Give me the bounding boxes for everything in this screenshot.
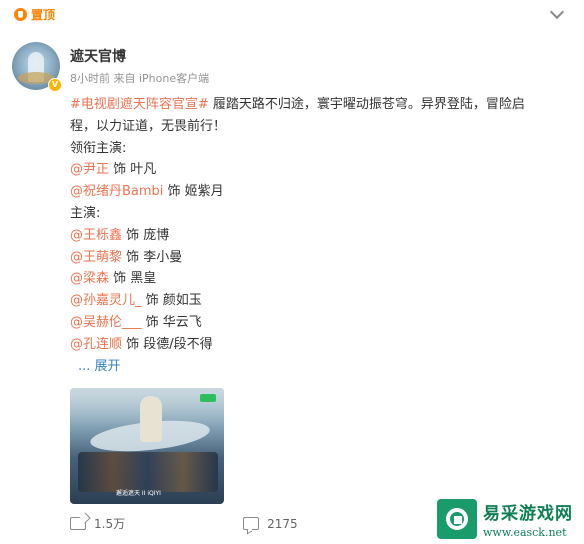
post-image[interactable]: 邂逅遮天 ⅠⅠ iQIYI — [70, 388, 224, 504]
image-figure — [140, 396, 162, 442]
cast-row: @梁森 饰 黑皇 — [70, 268, 550, 290]
verified-badge-icon: V — [48, 78, 62, 92]
mention-link[interactable]: @吴赫伦___ — [70, 315, 142, 330]
repost-count: 1.5万 — [94, 517, 126, 531]
mention-link[interactable]: @王栎鑫 — [70, 228, 122, 243]
mention-link[interactable]: @孙嘉灵儿_ — [70, 293, 142, 308]
mention-link[interactable]: @祝绪丹Bambi — [70, 184, 163, 199]
mention-link[interactable]: @孔连顺 — [70, 337, 122, 352]
comment-button[interactable]: 2175 — [243, 515, 298, 532]
expand-link[interactable]: ... 展开 — [78, 359, 121, 374]
comment-count: 2175 — [267, 516, 298, 531]
watermark-title: 易采游戏网 — [483, 504, 573, 524]
cast-row: @王萌黎 饰 李小曼 — [70, 247, 550, 269]
hashtag-link[interactable]: #电视剧遮天阵容官宣# — [70, 97, 209, 112]
cast-row: @尹正 饰 叶凡 — [70, 159, 550, 181]
mention-link[interactable]: @梁森 — [70, 271, 109, 286]
repost-button[interactable]: 1.5万 — [70, 515, 125, 532]
cast-row: @王栎鑫 饰 庞博 — [70, 225, 550, 247]
cast-row: @吴赫伦___ 饰 华云飞 — [70, 312, 550, 334]
intro-row: #电视剧遮天阵容官宣# 履踏天路不归途，寰宇曜动振苍穹。异界登陆，冒险启 — [70, 94, 550, 116]
role-text: 饰 庞博 — [122, 227, 170, 243]
action-bar: 1.5万 2175 — [70, 515, 416, 532]
mention-link[interactable]: @王萌黎 — [70, 250, 122, 265]
role-text: 饰 华云飞 — [141, 314, 202, 330]
site-watermark: 易采游戏网 www.easck.net — [431, 494, 584, 544]
pinned-label: 置顶 — [31, 8, 56, 22]
post-meta: 8小时前 来自 iPhone客户端 — [70, 72, 210, 85]
role-text: 饰 黑皇 — [109, 271, 157, 287]
cast-row: @祝绪丹Bambi 饰 姬紫月 — [70, 181, 550, 203]
pin-icon — [14, 8, 27, 21]
image-crowd — [78, 452, 218, 492]
author-name[interactable]: 遮天官博 — [70, 46, 126, 66]
repost-icon — [70, 517, 86, 530]
watermark-url: www.easck.net — [483, 526, 567, 539]
role-text: 饰 姬紫月 — [163, 184, 224, 200]
comment-icon — [243, 517, 260, 530]
role-text: 饰 颜如玉 — [141, 293, 202, 309]
leading-cast-label: 领衔主演: — [70, 140, 127, 156]
mention-link[interactable]: @尹正 — [70, 162, 109, 177]
intro-text-2: 程，以力证道，无畏前行！ — [70, 118, 227, 134]
role-text: 饰 李小曼 — [122, 249, 183, 265]
cast-label: 主演: — [70, 205, 101, 221]
intro-text-1: 履踏天路不归途，寰宇曜动振苍穹。异界登陆，冒险启 — [208, 97, 525, 112]
post-content: #电视剧遮天阵容官宣# 履踏天路不归途，寰宇曜动振苍穹。异界登陆，冒险启 程，以… — [70, 94, 550, 377]
cast-row: @孔连顺 饰 段德/段不得 — [70, 334, 550, 356]
pinned-badge: 置顶 — [14, 6, 55, 23]
cast-row: @孙嘉灵儿_ 饰 颜如玉 — [70, 290, 550, 312]
role-text: 饰 叶凡 — [109, 162, 157, 178]
image-caption: 邂逅遮天 ⅠⅠ iQIYI — [116, 490, 161, 497]
chevron-down-icon[interactable] — [549, 4, 565, 20]
role-text: 饰 段德/段不得 — [122, 336, 213, 352]
iqiyi-logo-icon — [200, 394, 216, 402]
site-logo-icon — [437, 499, 477, 539]
